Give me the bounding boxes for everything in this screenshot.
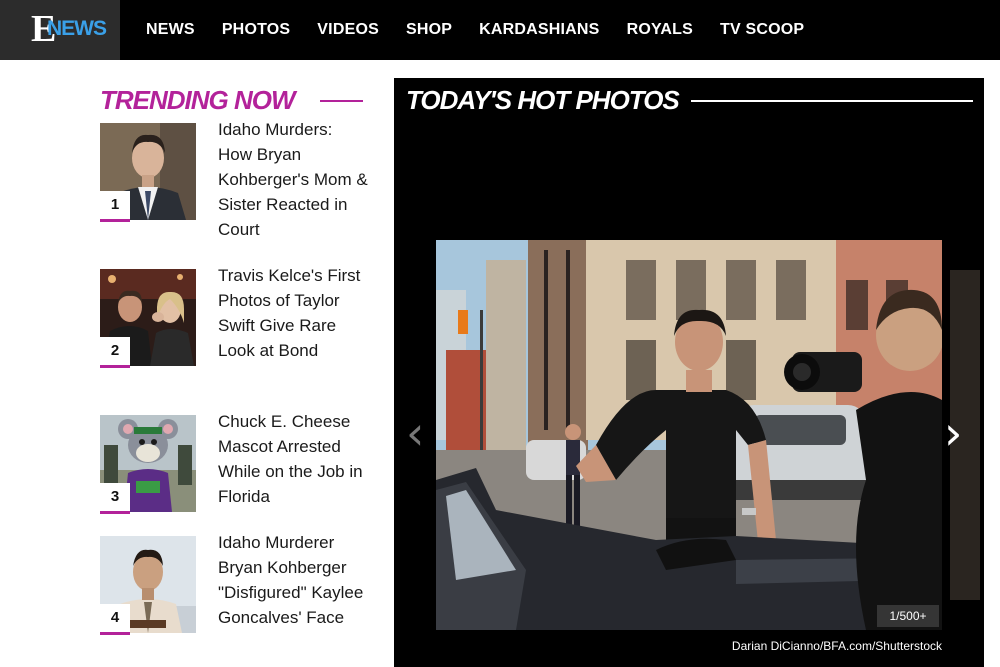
rank-badge: 2 [100,337,130,368]
hot-photo-image[interactable] [436,240,942,630]
nav-item-news[interactable]: NEWS [146,21,195,39]
nav-item-videos[interactable]: VIDEOS [317,21,379,39]
logo-dot [37,44,41,48]
rank-badge: 3 [100,483,130,514]
chevron-right-icon[interactable]: › [944,408,962,458]
hot-photos-panel: TODAY'S HOT PHOTOS ‹ › 1/500+ Darian DiC… [394,78,984,667]
story-headline[interactable]: Idaho Murderer Bryan Kohberger "Disfigur… [218,530,368,630]
main-nav: NEWS PHOTOS VIDEOS SHOP KARDASHIANS ROYA… [146,0,831,60]
trending-story-3[interactable]: 3 Chuck E. Cheese Mascot Arrested While … [100,412,370,543]
photo-credit: Darian DiCianno/BFA.com/Shutterstock [731,639,942,653]
trending-story-1[interactable]: 1 Idaho Murders: How Bryan Kohberger's M… [100,120,370,251]
trending-story-4[interactable]: 4 Idaho Murderer Bryan Kohberger "Disfig… [100,533,370,664]
trending-title: TRENDING NOW [100,85,296,115]
trending-story-2[interactable]: 2 Travis Kelce's First Photos of Taylor … [100,266,370,397]
chevron-left-icon[interactable]: ‹ [406,408,424,458]
hot-photos-divider [691,100,973,102]
rank-badge: 4 [100,604,130,635]
hot-photos-title: TODAY'S HOT PHOTOS [406,85,680,115]
rank-badge: 1 [100,191,130,222]
nav-item-shop[interactable]: SHOP [406,21,452,39]
story-headline[interactable]: Chuck E. Cheese Mascot Arrested While on… [218,409,368,509]
photo-counter: 1/500+ [877,605,939,627]
nav-item-kardashians[interactable]: KARDASHIANS [479,21,599,39]
logo-word: NEWS [47,17,107,40]
enews-logo[interactable]: E NEWS [0,0,120,60]
trending-header: TRENDING NOW [100,84,363,116]
story-headline[interactable]: Idaho Murders: How Bryan Kohberger's Mom… [218,117,368,242]
trending-divider [320,100,363,102]
nav-item-royals[interactable]: ROYALS [627,21,693,39]
top-navigation-bar: E NEWS NEWS PHOTOS VIDEOS SHOP KARDASHIA… [0,0,1000,60]
nav-item-tv-scoop[interactable]: TV SCOOP [720,21,804,39]
nav-item-photos[interactable]: PHOTOS [222,21,290,39]
story-headline[interactable]: Travis Kelce's First Photos of Taylor Sw… [218,263,368,363]
